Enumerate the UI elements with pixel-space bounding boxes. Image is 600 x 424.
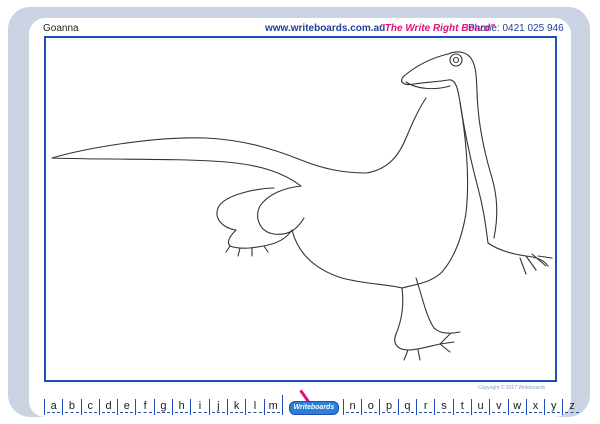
letter-l: l (245, 399, 263, 415)
letter-g: g (153, 399, 172, 415)
letter-i: i (190, 399, 208, 415)
colouring-area[interactable] (44, 36, 557, 382)
letter-f: f (135, 399, 153, 415)
site-url[interactable]: www.writeboards.com.au (265, 23, 385, 34)
letter-q: q (397, 399, 416, 415)
logo-badge: Writeboards (288, 401, 339, 415)
letter-t: t (452, 399, 471, 415)
letter-d: d (98, 399, 117, 415)
letter-v: v (489, 399, 507, 415)
page-title: Goanna (43, 23, 79, 34)
letter-k: k (226, 399, 245, 415)
letter-b: b (62, 399, 80, 415)
letter-e: e (117, 399, 135, 415)
letter-a: a (44, 399, 62, 415)
alphabet-strip: a b c d e f g h i j k l m Writeboards n … (44, 389, 579, 415)
letter-m: m (263, 399, 282, 415)
goanna-illustration (51, 51, 553, 361)
letter-s: s (434, 399, 452, 415)
letter-u: u (470, 399, 489, 415)
letter-j: j (208, 399, 227, 415)
letter-p: p (379, 399, 397, 415)
phone-number: Phone: 0421 025 946 (468, 23, 564, 34)
letter-z: z (562, 399, 580, 415)
letter-y: y (544, 399, 562, 415)
letter-w: w (507, 399, 526, 415)
copyright-text: Copyright © 2017 Writeboards (478, 385, 546, 391)
goanna-lizard-icon (51, 51, 553, 361)
letter-x: x (525, 399, 544, 415)
letter-n: n (342, 399, 361, 415)
writeboards-logo: Writeboards (281, 389, 343, 415)
letter-h: h (172, 399, 190, 415)
letter-o: o (361, 399, 379, 415)
letter-r: r (416, 399, 434, 415)
letter-c: c (80, 399, 99, 415)
